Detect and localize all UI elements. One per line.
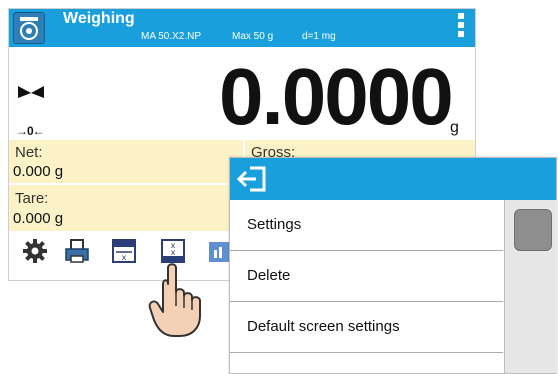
zero-indicator: →0← bbox=[16, 124, 45, 138]
net-field: Net: 0.000 g bbox=[9, 140, 243, 183]
scrollbar[interactable] bbox=[504, 200, 557, 373]
exit-icon[interactable] bbox=[236, 164, 270, 194]
menu-item-label: Default screen settings bbox=[247, 318, 400, 335]
menu-item-delete[interactable]: Delete bbox=[230, 251, 503, 302]
menu-item-default-screen-settings[interactable]: Default screen settings bbox=[230, 302, 503, 353]
tare-label: Tare: bbox=[15, 190, 49, 207]
hand-pointer-icon bbox=[146, 262, 208, 338]
svg-text:x: x bbox=[122, 253, 127, 262]
tare-field: Tare: 0.000 g bbox=[9, 185, 243, 231]
weight-unit: g bbox=[450, 119, 459, 136]
context-menu-popup: Settings Delete Default screen settings bbox=[229, 157, 557, 374]
menu-item-label: Delete bbox=[247, 267, 291, 284]
weight-reading: 0.0000 bbox=[219, 52, 454, 141]
menu-dots-icon[interactable] bbox=[458, 13, 466, 43]
stability-icon bbox=[18, 85, 44, 99]
menu-item-settings[interactable]: Settings bbox=[230, 200, 503, 251]
tare-icon[interactable]: x bbox=[111, 238, 137, 264]
svg-text:x: x bbox=[171, 248, 176, 257]
net-label: Net: bbox=[15, 144, 43, 161]
model-label: MA 50.X2.NP bbox=[141, 31, 202, 42]
max-capacity-label: Max 50 g bbox=[232, 31, 274, 42]
function-icon[interactable]: x x bbox=[160, 238, 186, 264]
popup-header bbox=[230, 158, 556, 200]
net-value: 0.000 g bbox=[13, 163, 64, 180]
menu-list: Settings Delete Default screen settings bbox=[230, 200, 503, 373]
print-icon[interactable] bbox=[64, 238, 90, 264]
gear-icon[interactable] bbox=[22, 238, 48, 264]
page-title: Weighing bbox=[63, 10, 135, 27]
division-label: d=1 mg bbox=[302, 31, 336, 42]
menu-item-label: Settings bbox=[247, 216, 302, 233]
scrollbar-thumb[interactable] bbox=[514, 209, 552, 251]
header-bar: Weighing MA 50.X2.NP Max 50 g d=1 mg bbox=[9, 9, 475, 47]
scale-app-icon[interactable] bbox=[13, 12, 45, 44]
tare-value: 0.000 g bbox=[13, 210, 64, 227]
